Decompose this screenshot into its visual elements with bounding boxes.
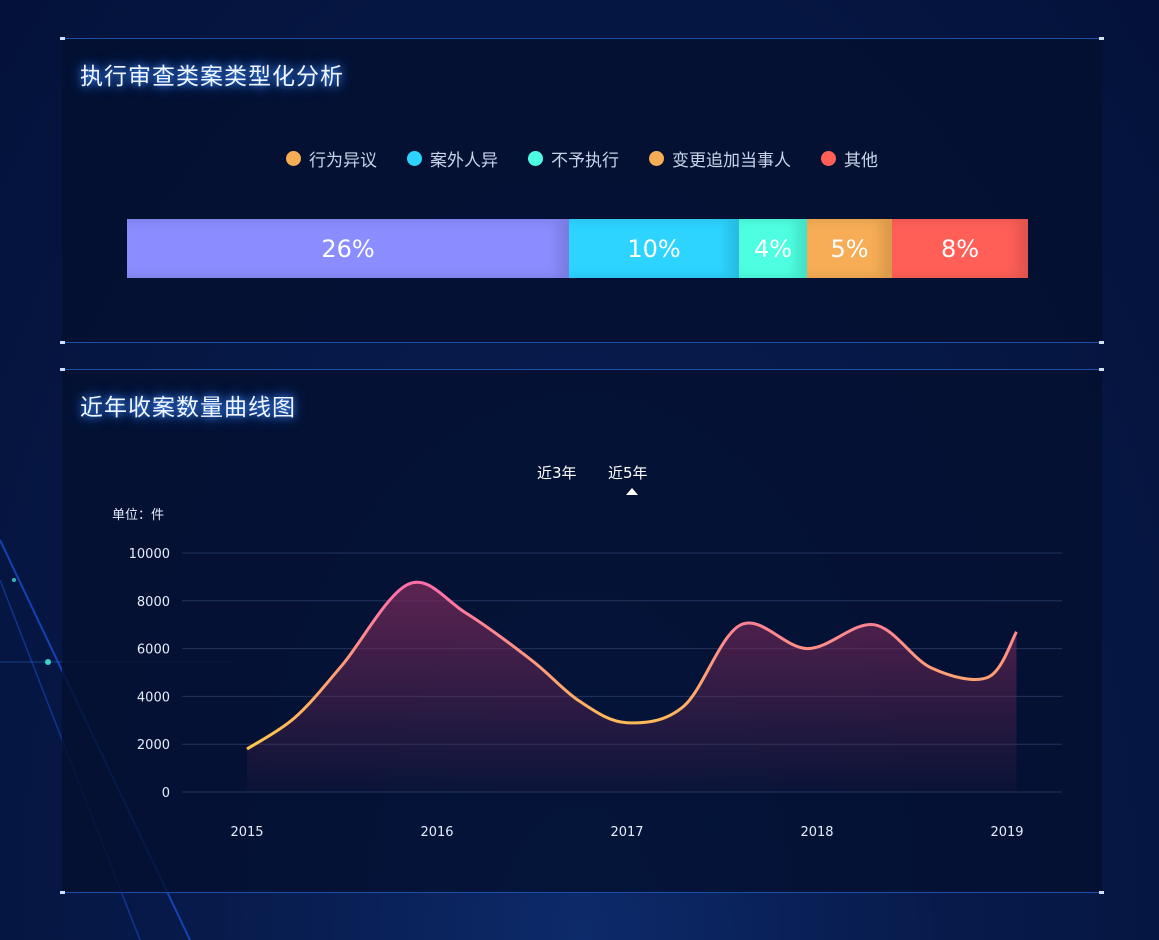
y-tick-label: 2000	[137, 738, 170, 753]
legend-label: 不予执行	[551, 151, 619, 171]
data-point[interactable]	[987, 676, 990, 679]
legend-label: 变更追加当事人	[672, 151, 791, 171]
legend-dot-icon	[407, 151, 422, 166]
bar-segment[interactable]: 10%	[569, 219, 739, 278]
data-point[interactable]	[407, 583, 410, 586]
legend-label: 其他	[844, 151, 878, 171]
data-point[interactable]	[578, 700, 581, 703]
data-point[interactable]	[293, 716, 296, 719]
y-tick-label: 0	[162, 786, 170, 801]
line-chart: 0 2000 4000 6000 8000 10000 2015 2016 2017 2018 2…	[129, 547, 1062, 840]
legend-item[interactable]: 变更追加当事人	[649, 146, 791, 171]
legend-item[interactable]: 行为异议	[286, 146, 377, 171]
case-count-panel: 近年收案数量曲线图 近3年 近5年 单位：件 0 2000 4000 6000 8000…	[60, 368, 1104, 894]
legend-dot-icon	[286, 151, 301, 166]
legend-dot-icon	[821, 151, 836, 166]
legend-label: 案外人异	[430, 151, 498, 171]
bar-segment[interactable]: 4%	[739, 219, 807, 278]
data-point[interactable]	[930, 666, 933, 669]
legend-dot-icon	[649, 151, 664, 166]
bar-segment[interactable]: 8%	[892, 219, 1028, 278]
legend-item[interactable]: 不予执行	[528, 146, 619, 171]
data-point[interactable]	[740, 623, 743, 626]
panel-title: 执行审查类案类型化分析	[80, 64, 344, 90]
data-point[interactable]	[806, 647, 809, 650]
bar-segment[interactable]: 26%	[127, 219, 569, 278]
data-point[interactable]	[1015, 630, 1018, 633]
legend-item[interactable]: 其他	[821, 146, 878, 171]
y-tick-label: 6000	[137, 643, 170, 658]
data-point[interactable]	[464, 611, 467, 614]
y-tick-label: 8000	[137, 595, 170, 610]
legend-item[interactable]: 案外人异	[407, 146, 498, 171]
y-tick-label: 10000	[129, 547, 170, 562]
data-point[interactable]	[683, 704, 686, 707]
chart-legend: 行为异议 案外人异 不予执行 变更追加当事人 其他	[62, 146, 1102, 171]
legend-label: 行为异议	[309, 151, 377, 171]
case-type-panel: 执行审查类案类型化分析 行为异议 案外人异 不予执行 变更追加当事人 其他 26…	[60, 37, 1104, 344]
x-tick-label: 2015	[230, 825, 263, 840]
data-point[interactable]	[341, 664, 344, 667]
x-tick-label: 2017	[610, 825, 643, 840]
x-tick-label: 2019	[990, 825, 1023, 840]
data-point[interactable]	[246, 747, 249, 750]
data-point[interactable]	[626, 721, 629, 724]
area-fill	[247, 582, 1017, 792]
y-tick-label: 4000	[137, 690, 170, 705]
data-point[interactable]	[873, 623, 876, 626]
bar-segment[interactable]: 5%	[807, 219, 892, 278]
x-tick-label: 2016	[420, 825, 453, 840]
data-point[interactable]	[531, 659, 534, 662]
stacked-bar: 26% 10% 4% 5% 8%	[127, 219, 1028, 278]
x-tick-label: 2018	[800, 825, 833, 840]
legend-dot-icon	[528, 151, 543, 166]
